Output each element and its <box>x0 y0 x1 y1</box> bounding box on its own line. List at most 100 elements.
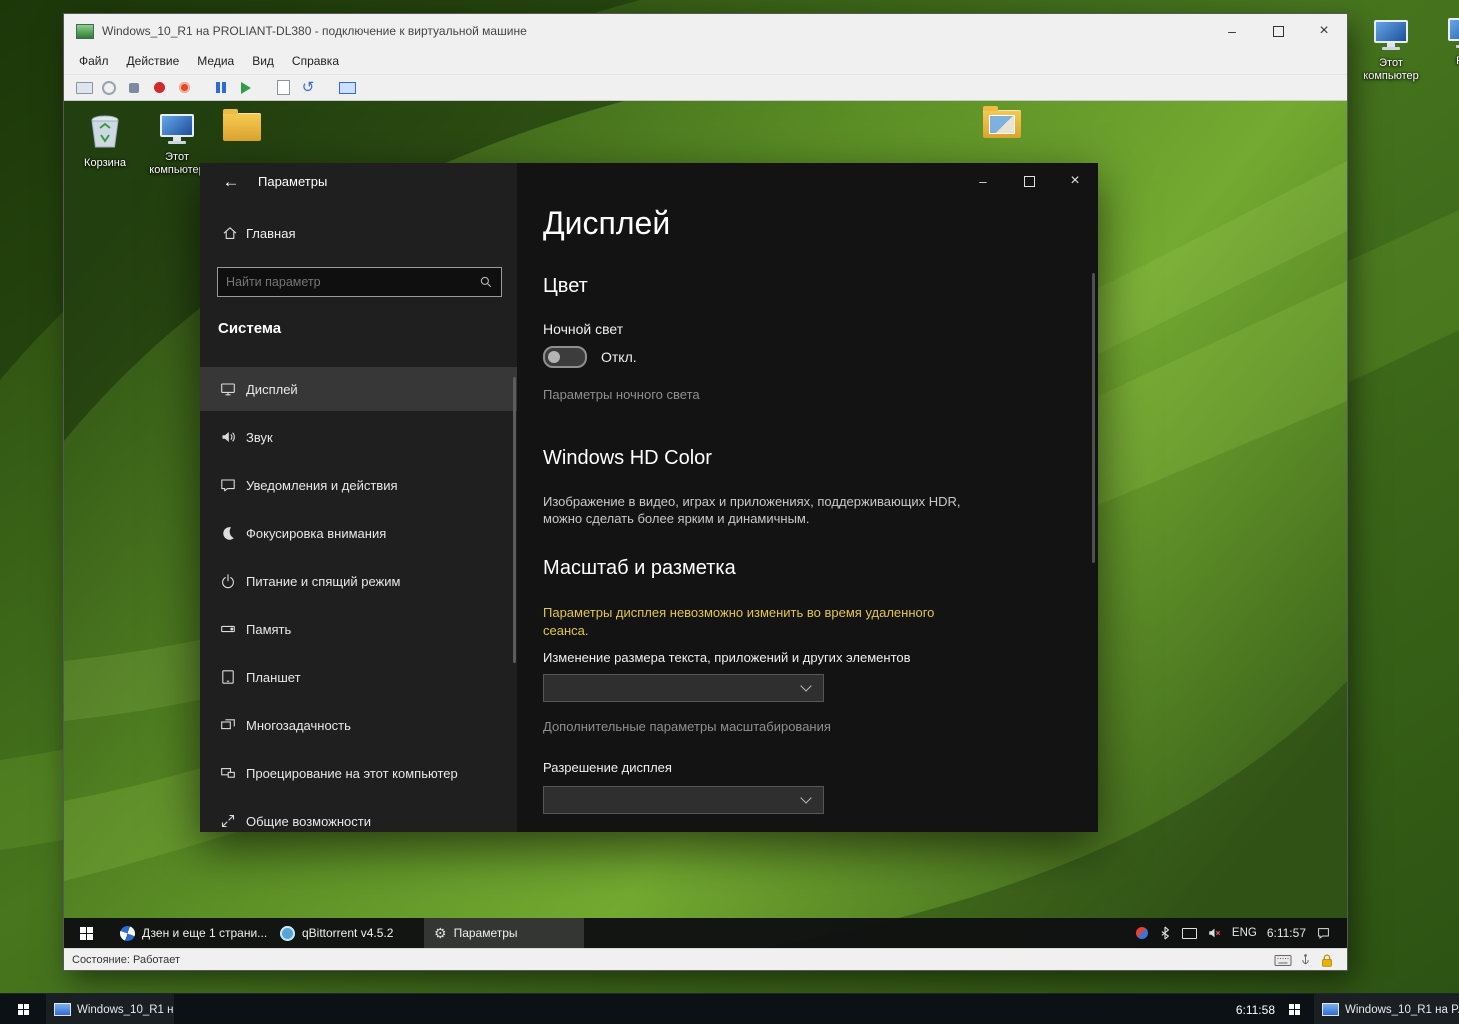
recycle-bin-icon-group[interactable]: Корзина <box>72 113 138 170</box>
vm-window-titlebar[interactable]: Windows_10_R1 на PROLIANT-DL380 - подклю… <box>64 14 1347 48</box>
sidebar-item-sound[interactable]: Звук <box>200 415 517 459</box>
display-icon <box>220 381 236 397</box>
user-icon <box>233 114 251 138</box>
shared-experiences-icon <box>220 813 236 829</box>
maximize-button[interactable] <box>1006 163 1052 199</box>
sidebar-item-home[interactable]: Главная <box>222 225 295 241</box>
vm-window-icon <box>1322 1003 1339 1016</box>
sidebar-item-focus-assist[interactable]: Фокусировка внимания <box>200 511 517 555</box>
sidebar-item-multitasking[interactable]: Многозадачность <box>200 703 517 747</box>
host-clock[interactable]: 6:11:58 <box>1236 1003 1275 1017</box>
close-button[interactable]: × <box>1052 163 1098 199</box>
settings-search-box[interactable] <box>217 267 502 297</box>
taskbar-item-label: Windows_10_R1 на P... <box>1345 1004 1459 1016</box>
section-color: Цвет <box>543 275 588 298</box>
vm-system-tray: ENG 6:11:57 <box>1136 918 1347 948</box>
vm-statusbar: Состояние: Работает <box>64 948 1347 970</box>
sidebar-item-storage[interactable]: Память <box>200 607 517 651</box>
taskbar-item-qbittorrent[interactable]: qBittorrent v4.5.2 <box>270 918 422 948</box>
host-taskbar: Windows_10_R1 на P... 6:11:58 Windows_10… <box>0 993 1459 1024</box>
notifications-icon <box>220 477 236 493</box>
host-start-button[interactable] <box>0 994 46 1024</box>
reset-icon[interactable] <box>174 79 194 97</box>
pause-icon[interactable] <box>211 79 231 97</box>
moon-icon <box>220 525 236 541</box>
vm-menubar: Файл Действие Медиа Вид Справка <box>64 48 1347 74</box>
host-tray: 6:11:58 Windows_10_R1 на P... <box>1236 994 1459 1024</box>
windows-logo-icon <box>80 927 93 940</box>
vm-start-button[interactable] <box>64 918 108 948</box>
statusbar-icons <box>1274 949 1335 971</box>
maximize-button[interactable] <box>1255 14 1301 48</box>
windows-logo-icon[interactable] <box>1289 1004 1300 1015</box>
maximize-icon <box>1273 26 1284 37</box>
tablet-icon <box>220 669 236 685</box>
night-light-toggle[interactable] <box>543 346 587 368</box>
vm-desktop-icon-user-folder[interactable] <box>220 113 264 141</box>
resume-icon[interactable] <box>236 79 256 97</box>
close-button[interactable]: × <box>1301 14 1347 48</box>
sidebar-scrollbar[interactable] <box>513 377 516 663</box>
sidebar-item-label: Питание и спящий режим <box>246 574 400 589</box>
sidebar-item-tablet[interactable]: Планшет <box>200 655 517 699</box>
sidebar-item-display[interactable]: Дисплей <box>200 367 517 411</box>
menu-media[interactable]: Медиа <box>188 48 243 74</box>
chevron-down-icon <box>800 792 811 803</box>
menu-view[interactable]: Вид <box>243 48 283 74</box>
minimize-button[interactable]: – <box>1209 14 1255 48</box>
volume-muted-icon[interactable] <box>1207 926 1222 940</box>
menu-help[interactable]: Справка <box>283 48 348 74</box>
taskbar-item-zen[interactable]: Дзен и еще 1 страни... <box>110 918 270 948</box>
page-title: Дисплей <box>543 205 670 242</box>
search-input[interactable] <box>218 275 479 289</box>
menu-file[interactable]: Файл <box>70 48 118 74</box>
resolution-dropdown[interactable] <box>543 786 824 814</box>
ctrl-alt-del-icon[interactable] <box>74 79 94 97</box>
folder-icon <box>983 110 1021 138</box>
screen: Этот компьютер Ror Windows_10_R1 на PROL… <box>0 0 1459 1024</box>
clock[interactable]: 6:11:57 <box>1267 926 1306 940</box>
bluetooth-icon[interactable] <box>1158 926 1172 941</box>
gear-icon: ⚙ <box>434 926 447 940</box>
host-desktop-icon-this-pc[interactable]: Этот компьютер <box>1358 20 1424 83</box>
vm-screen: Корзина Этот компьютер ← <box>64 101 1347 948</box>
lock-icon <box>1319 953 1335 968</box>
vm-status-text: Состояние: Работает <box>72 954 180 966</box>
taskbar-item-settings[interactable]: ⚙ Параметры <box>424 918 584 948</box>
sidebar-item-projecting[interactable]: Проецирование на этот компьютер <box>200 751 517 795</box>
save-state-icon[interactable] <box>149 79 169 97</box>
vm-window-icon <box>54 1003 71 1016</box>
content-scrollbar[interactable] <box>1092 273 1095 563</box>
vm-toolbar: ↺ <box>64 74 1347 101</box>
network-icon[interactable] <box>1182 928 1197 939</box>
vm-desktop-icon-pictures-folder[interactable] <box>980 110 1024 138</box>
checkpoint-icon[interactable] <box>273 79 293 97</box>
minimize-button[interactable]: – <box>960 163 1006 199</box>
scale-dropdown[interactable] <box>543 674 824 702</box>
tray-app-icon[interactable] <box>1136 927 1148 939</box>
back-button[interactable]: ← <box>214 169 248 195</box>
resolution-label: Разрешение дисплея <box>543 760 672 775</box>
host-taskbar-item-vm[interactable]: Windows_10_R1 на P... <box>46 994 174 1024</box>
sidebar-item-label: Планшет <box>246 670 301 685</box>
sidebar-item-notifications[interactable]: Уведомления и действия <box>200 463 517 507</box>
settings-window-controls: – × <box>960 163 1098 199</box>
host-desktop-icon-ror[interactable]: Ror <box>1432 18 1459 68</box>
shut-down-icon[interactable] <box>124 79 144 97</box>
home-icon <box>222 225 238 241</box>
advanced-scaling-link[interactable]: Дополнительные параметры масштабирования <box>543 719 831 734</box>
night-light-settings-link[interactable]: Параметры ночного света <box>543 387 700 402</box>
sidebar-item-shared-experiences[interactable]: Общие возможности <box>200 799 517 832</box>
sidebar-item-power-sleep[interactable]: Питание и спящий режим <box>200 559 517 603</box>
section-hdr: Windows HD Color <box>543 447 712 470</box>
turn-off-icon[interactable] <box>99 79 119 97</box>
enhanced-session-icon[interactable] <box>337 79 357 97</box>
revert-icon[interactable]: ↺ <box>298 79 318 97</box>
action-center-icon[interactable] <box>1316 926 1331 940</box>
sidebar-item-label: Проецирование на этот компьютер <box>246 766 458 781</box>
taskbar-item-label: Windows_10_R1 на P... <box>77 1004 174 1016</box>
sound-icon <box>220 429 236 445</box>
menu-action[interactable]: Действие <box>118 48 189 74</box>
host-taskbar-item-vm-2[interactable]: Windows_10_R1 на P... <box>1314 994 1459 1024</box>
language-indicator[interactable]: ENG <box>1232 927 1257 939</box>
